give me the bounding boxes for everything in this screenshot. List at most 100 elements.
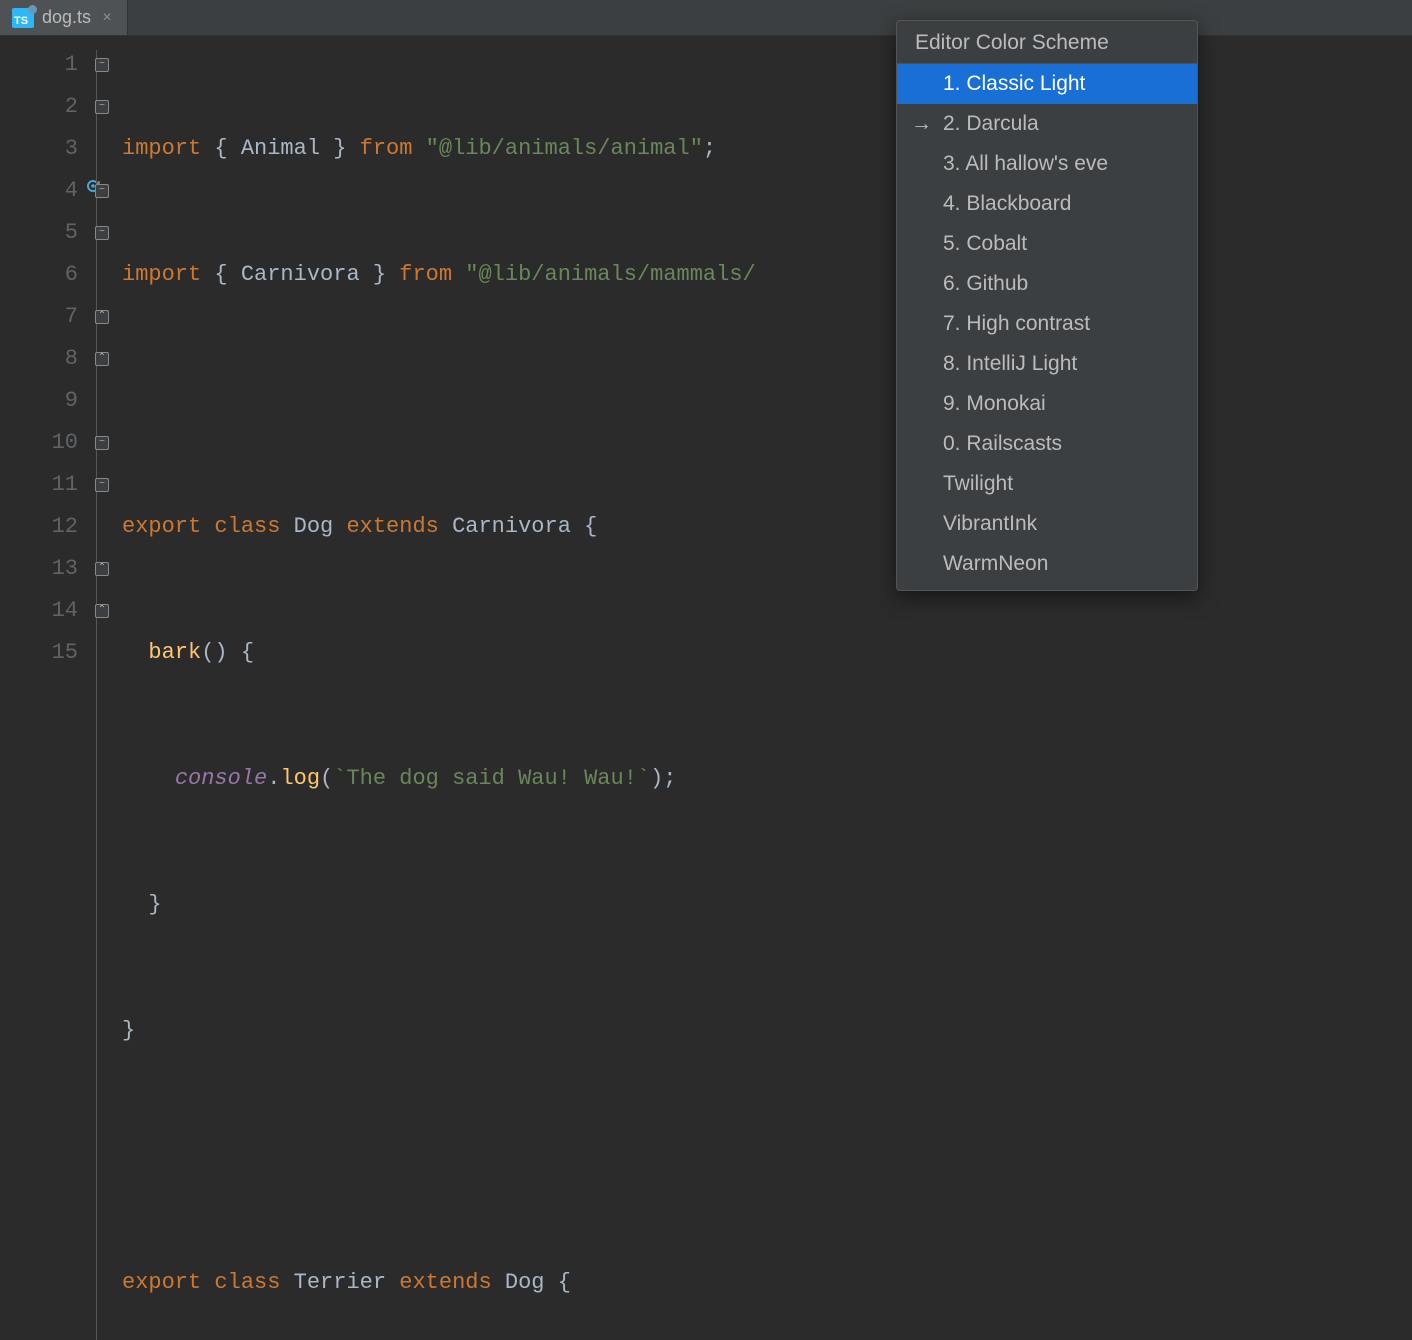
- color-scheme-option-label: 1. Classic Light: [943, 72, 1085, 96]
- identifier: Animal: [241, 136, 320, 161]
- color-scheme-option-label: WarmNeon: [943, 552, 1048, 576]
- color-scheme-option[interactable]: 4. Blackboard: [897, 184, 1197, 224]
- color-scheme-popup: Editor Color Scheme 1. Classic Light → 2. …: [896, 20, 1198, 591]
- editor-area[interactable]: 1 2 3 4 5 6 7 8 9 10 11 12 13 14 15 − − …: [0, 36, 1412, 1340]
- color-scheme-option-label: 9. Monokai: [943, 392, 1046, 416]
- line-number: 14: [0, 590, 78, 632]
- fold-end-icon[interactable]: ⌃: [95, 352, 109, 366]
- keyword: import: [122, 136, 201, 161]
- color-scheme-option[interactable]: VibrantInk: [897, 504, 1197, 544]
- fold-end-icon[interactable]: ⌃: [95, 604, 109, 618]
- keyword: class: [214, 514, 293, 539]
- keyword: import: [122, 262, 201, 287]
- keyword: class: [214, 1270, 293, 1295]
- line-number: 7: [0, 296, 78, 338]
- color-scheme-option-label: 4. Blackboard: [943, 192, 1071, 216]
- object: console: [175, 766, 267, 791]
- line-number: 15: [0, 632, 78, 674]
- typescript-file-icon: TS: [12, 8, 34, 28]
- fold-marker-icon[interactable]: −: [95, 100, 109, 114]
- current-scheme-arrow-icon: →: [911, 112, 932, 136]
- color-scheme-option[interactable]: 3. All hallow's eve: [897, 144, 1197, 184]
- color-scheme-option-label: 6. Github: [943, 272, 1028, 296]
- keyword: from: [399, 262, 465, 287]
- color-scheme-option-label: 3. All hallow's eve: [943, 152, 1108, 176]
- string: "@lib/animals/animal": [426, 136, 703, 161]
- tab-dog-ts[interactable]: TS dog.ts ×: [0, 0, 128, 35]
- punctuation: {: [558, 1270, 571, 1295]
- line-number: 4: [0, 170, 78, 212]
- indent: [122, 640, 148, 665]
- line-number: 8: [0, 338, 78, 380]
- color-scheme-option-label: 7. High contrast: [943, 312, 1090, 336]
- punctuation: {: [584, 514, 597, 539]
- color-scheme-option[interactable]: 8. IntelliJ Light: [897, 344, 1197, 384]
- line-number: 9: [0, 380, 78, 422]
- line-number-gutter: 1 2 3 4 5 6 7 8 9 10 11 12 13 14 15: [0, 36, 90, 1340]
- fold-marker-icon[interactable]: −: [95, 58, 109, 72]
- string: `The dog said Wau! Wau!`: [333, 766, 650, 791]
- line-number: 3: [0, 128, 78, 170]
- method-name: log: [280, 766, 320, 791]
- color-scheme-option-label: 2. Darcula: [943, 112, 1039, 136]
- keyword: export: [122, 514, 214, 539]
- line-number: 11: [0, 464, 78, 506]
- keyword: extends: [399, 1270, 505, 1295]
- tab-bar: TS dog.ts ×: [0, 0, 1412, 36]
- color-scheme-option-label: 0. Railscasts: [943, 432, 1062, 456]
- fold-marker-icon[interactable]: −: [95, 478, 109, 492]
- identifier: Carnivora: [241, 262, 360, 287]
- color-scheme-option-label: 8. IntelliJ Light: [943, 352, 1077, 376]
- color-scheme-option[interactable]: 7. High contrast: [897, 304, 1197, 344]
- fold-end-icon[interactable]: ⌃: [95, 310, 109, 324]
- fold-marker-icon[interactable]: −: [95, 226, 109, 240]
- color-scheme-option[interactable]: 9. Monokai: [897, 384, 1197, 424]
- punctuation: }: [320, 136, 360, 161]
- method-name: bark: [148, 640, 201, 665]
- punctuation: {: [201, 136, 241, 161]
- color-scheme-option[interactable]: 5. Cobalt: [897, 224, 1197, 264]
- line-number: 2: [0, 86, 78, 128]
- close-icon[interactable]: ×: [99, 10, 115, 26]
- color-scheme-option-label: Twilight: [943, 472, 1013, 496]
- punctuation: }: [148, 892, 161, 917]
- line-number: 10: [0, 422, 78, 464]
- popup-title: Editor Color Scheme: [897, 21, 1197, 64]
- punctuation: (): [201, 640, 241, 665]
- line-number: 12: [0, 506, 78, 548]
- indent: [122, 892, 148, 917]
- color-scheme-option[interactable]: 1. Classic Light: [897, 64, 1197, 104]
- tab-filename: dog.ts: [42, 7, 91, 28]
- color-scheme-option[interactable]: Twilight: [897, 464, 1197, 504]
- color-scheme-option-label: VibrantInk: [943, 512, 1037, 536]
- fold-marker-icon[interactable]: −: [95, 184, 109, 198]
- fold-column: − − − − ⌃ ⌃ − − ⌃ ⌃: [90, 36, 114, 1340]
- punctuation: }: [122, 1018, 135, 1043]
- color-scheme-option[interactable]: 6. Github: [897, 264, 1197, 304]
- punctuation: );: [650, 766, 676, 791]
- line-number: 6: [0, 254, 78, 296]
- color-scheme-option[interactable]: → 2. Darcula: [897, 104, 1197, 144]
- punctuation: ;: [703, 136, 716, 161]
- color-scheme-option[interactable]: WarmNeon: [897, 544, 1197, 584]
- punctuation: {: [241, 640, 254, 665]
- punctuation: (: [320, 766, 333, 791]
- punctuation: {: [201, 262, 241, 287]
- indent: [122, 766, 175, 791]
- code-content[interactable]: import { Animal } from "@lib/animals/ani…: [114, 36, 769, 1340]
- string: "@lib/animals/mammals/: [465, 262, 755, 287]
- class-name: Dog: [505, 1270, 558, 1295]
- fold-marker-icon[interactable]: −: [95, 436, 109, 450]
- keyword: extends: [346, 514, 452, 539]
- line-number: 5: [0, 212, 78, 254]
- class-name: Carnivora: [452, 514, 584, 539]
- keyword: export: [122, 1270, 214, 1295]
- color-scheme-option-label: 5. Cobalt: [943, 232, 1027, 256]
- punctuation: .: [267, 766, 280, 791]
- keyword: from: [360, 136, 426, 161]
- color-scheme-option[interactable]: 0. Railscasts: [897, 424, 1197, 464]
- line-number: 1: [0, 44, 78, 86]
- punctuation: }: [360, 262, 400, 287]
- fold-end-icon[interactable]: ⌃: [95, 562, 109, 576]
- line-number: 13: [0, 548, 78, 590]
